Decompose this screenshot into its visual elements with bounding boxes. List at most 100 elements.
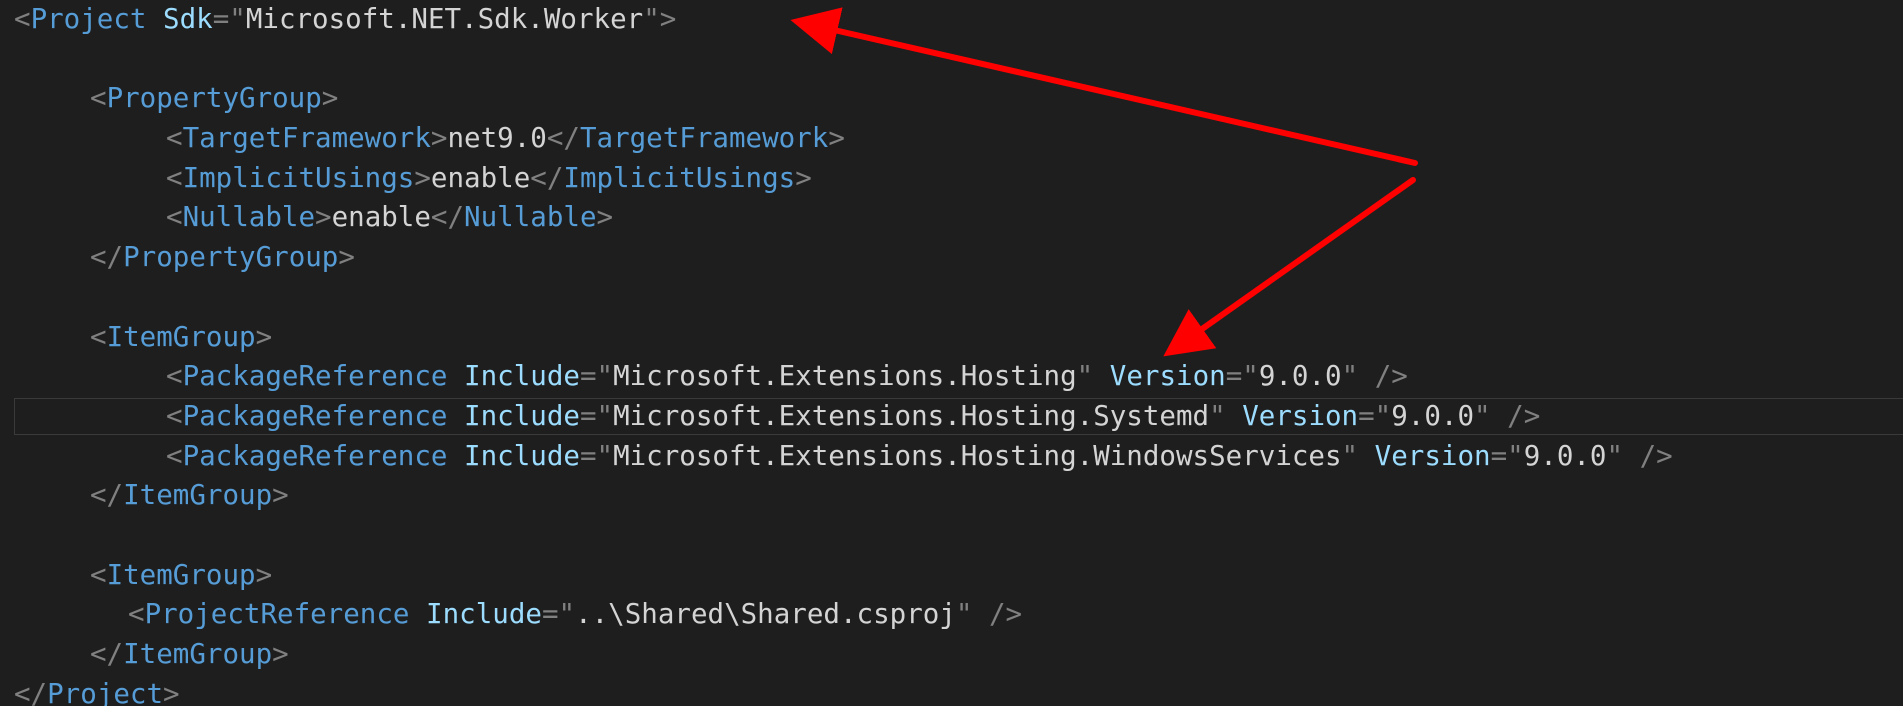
attribute-name: Include [464,439,580,472]
attribute-name: Version [1374,439,1491,472]
punctuation: </ [430,201,465,234]
tag-name: TargetFramework [579,122,829,155]
punctuation: < [166,399,183,432]
code-line-7[interactable]: </PropertyGroup> [14,238,1673,278]
code-area[interactable]: <Project Sdk="Microsoft.NET.Sdk.Worker">… [14,0,1673,706]
code-line-14[interactable] [14,516,1673,556]
text-value [1358,440,1375,472]
code-line-4[interactable]: <TargetFramework>net9.0</TargetFramework… [14,119,1673,159]
punctuation: > [430,122,448,155]
punctuation: < [90,82,107,115]
punctuation: </ [90,241,124,274]
code-line-3[interactable]: <PropertyGroup> [14,79,1673,119]
punctuation: " [1076,360,1094,393]
text-value: Microsoft.Extensions.Hosting.Systemd [613,399,1210,432]
code-line-11[interactable]: <PackageReference Include="Microsoft.Ext… [14,397,1673,437]
tag-name: PackageReference [182,360,448,393]
tag-name: ItemGroup [106,320,256,353]
punctuation: </ [90,479,124,512]
text-value [447,440,464,472]
punctuation: "> [643,3,677,35]
punctuation: < [166,201,183,234]
tag-name: Nullable [464,201,597,234]
code-line-17[interactable]: </ItemGroup> [14,635,1673,675]
punctuation: < [166,360,183,393]
punctuation: =" [579,399,614,432]
punctuation: > [414,161,431,194]
tag-name: ItemGroup [106,558,256,591]
tag-name: ImplicitUsings [563,161,796,194]
punctuation: =" [579,360,614,393]
text-value [146,3,163,35]
tag-name: ProjectReference [144,598,410,631]
punctuation: > [321,82,339,115]
attribute-name: Include [464,360,580,393]
code-editor[interactable]: <Project Sdk="Microsoft.NET.Sdk.Worker">… [0,0,1903,706]
punctuation: </ [90,638,124,670]
code-line-10[interactable]: <PackageReference Include="Microsoft.Ext… [14,357,1673,397]
tag-name: ImplicitUsings [182,161,415,194]
code-line-13[interactable]: </ItemGroup> [14,476,1673,516]
code-line-9[interactable]: <ItemGroup> [14,318,1673,358]
punctuation: > [828,122,845,155]
code-line-8[interactable] [14,278,1673,318]
punctuation: </ [14,677,48,706]
tag-name: Project [30,3,147,35]
tag-name: ItemGroup [123,638,273,670]
punctuation: " /> [1341,360,1408,393]
tag-name: PackageReference [182,439,448,472]
punctuation: > [255,558,273,591]
code-line-2[interactable] [14,40,1673,80]
tag-name: Project [47,677,164,706]
tag-name: Nullable [182,201,316,234]
code-line-12[interactable]: <PackageReference Include="Microsoft.Ext… [14,437,1673,477]
text-value: Microsoft.Extensions.Hosting.WindowsServ… [613,439,1342,472]
code-line-5[interactable]: <ImplicitUsings>enable</ImplicitUsings> [14,159,1673,199]
attribute-name: Sdk [163,3,213,35]
code-line-16[interactable]: <ProjectReference Include="..\Shared\Sha… [14,595,1673,635]
punctuation: < [14,3,31,35]
punctuation: " /> [1474,399,1541,432]
punctuation: > [596,201,614,234]
code-line-15[interactable]: <ItemGroup> [14,556,1673,596]
punctuation: > [255,320,273,353]
code-line-1[interactable]: <Project Sdk="Microsoft.NET.Sdk.Worker"> [14,0,1673,40]
code-line-18[interactable]: </Project> [14,675,1673,706]
punctuation: " [1341,439,1359,472]
text-value: ..\Shared\Shared.csproj [575,598,956,631]
text-value [1093,360,1110,392]
text-value: enable [331,201,431,234]
attribute-name: Version [1109,360,1226,393]
punctuation: =" [1490,439,1524,472]
punctuation: < [166,122,183,155]
punctuation: > [795,161,812,194]
punctuation: < [90,558,107,591]
punctuation: =" [1225,360,1259,393]
attribute-name: Version [1242,399,1359,432]
punctuation: > [338,241,355,274]
tag-name: TargetFramework [182,122,431,155]
punctuation: " /> [1606,439,1673,472]
text-value: net9.0 [447,122,547,155]
punctuation: </ [546,122,580,155]
punctuation: =" [212,3,246,35]
text-value [447,360,464,392]
punctuation: =" [1358,399,1392,432]
punctuation: < [128,598,145,631]
text-value: 9.0.0 [1391,399,1475,432]
code-line-6[interactable]: <Nullable>enable</Nullable> [14,198,1673,238]
text-value: Microsoft.NET.Sdk.Worker [245,3,644,35]
punctuation: =" [579,439,614,472]
text-value: enable [430,161,531,194]
punctuation: < [166,161,183,194]
punctuation: =" [541,598,576,631]
attribute-name: Include [464,399,580,432]
punctuation: </ [530,161,564,194]
text-value: 9.0.0 [1523,439,1607,472]
attribute-name: Include [426,598,542,631]
text-value: Microsoft.Extensions.Hosting [613,360,1077,393]
tag-name: PackageReference [182,399,448,432]
punctuation: > [315,201,332,234]
tag-name: PropertyGroup [106,82,322,115]
text-value [1226,400,1243,432]
